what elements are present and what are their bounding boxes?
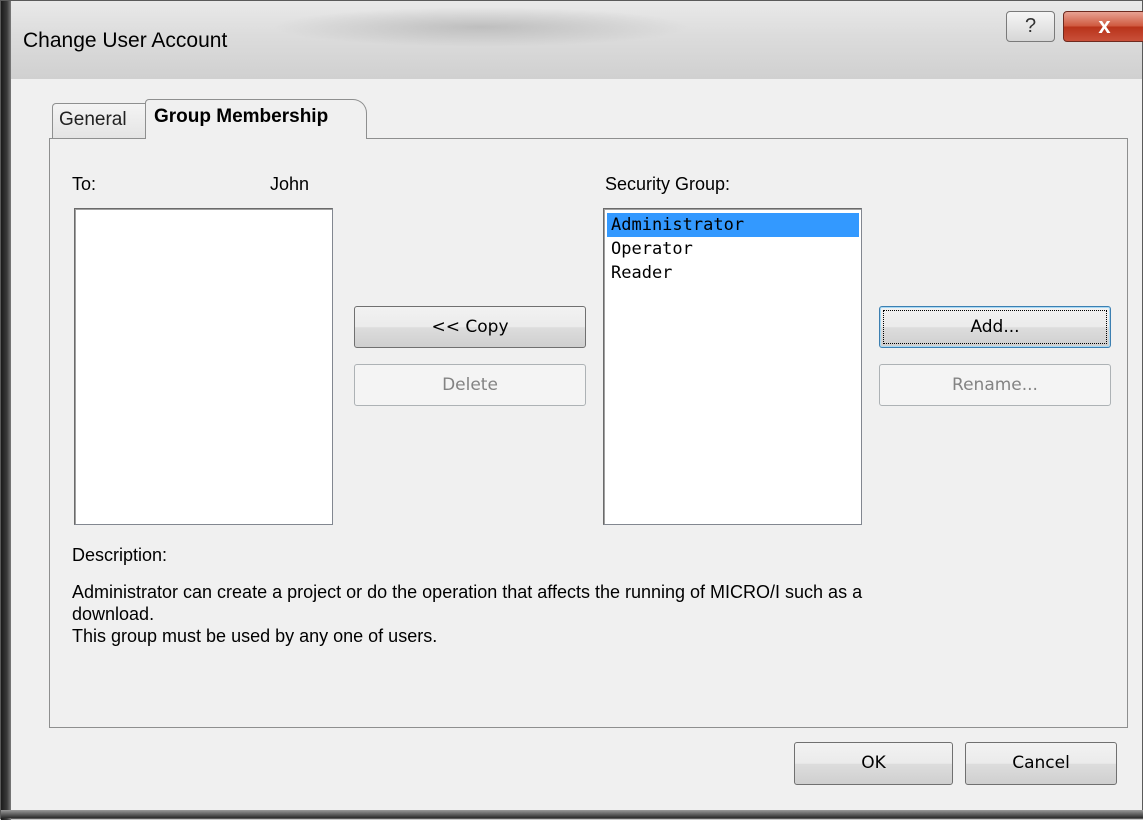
dialog-title: Change User Account	[23, 29, 228, 52]
security-group-item-reader[interactable]: Reader	[607, 261, 861, 285]
rename-button-label: Rename...	[952, 375, 1038, 395]
delete-button[interactable]: Delete	[354, 364, 586, 406]
help-button[interactable]: ?	[1006, 11, 1055, 42]
to-user-name: John	[270, 174, 310, 194]
delete-button-label: Delete	[442, 375, 498, 395]
description-line-2: download.	[72, 604, 155, 624]
tab-general-label: General	[59, 109, 127, 130]
copy-button[interactable]: << Copy	[354, 306, 586, 348]
window-frame-bottom	[1, 810, 1143, 818]
group-membership-panel: To: John << Copy Delete Security Group: …	[49, 138, 1128, 728]
description-line-3: This group must be used by any one of us…	[72, 626, 438, 646]
cancel-button-label: Cancel	[1012, 753, 1070, 773]
dialog-body: General Group Membership To: John << Cop…	[11, 79, 1142, 810]
tab-group-membership-label: Group Membership	[154, 106, 329, 127]
title-bar[interactable]: Change User Account ? x	[11, 1, 1143, 79]
cancel-button[interactable]: Cancel	[965, 742, 1117, 785]
change-user-account-dialog: Change User Account ? x General Group Me…	[0, 0, 1143, 820]
security-group-list[interactable]: Administrator Operator Reader	[603, 208, 862, 525]
to-group-list[interactable]	[74, 208, 333, 525]
window-frame-left	[1, 1, 11, 820]
security-group-label: Security Group:	[605, 174, 731, 194]
ok-button[interactable]: OK	[794, 742, 953, 785]
to-label: To:	[72, 174, 97, 194]
tab-general[interactable]: General	[52, 103, 149, 138]
help-icon: ?	[1024, 15, 1037, 37]
description-label: Description:	[72, 545, 168, 565]
add-button[interactable]: Add...	[879, 306, 1111, 348]
tab-group-membership[interactable]: Group Membership	[145, 99, 367, 139]
close-button[interactable]: x	[1063, 11, 1143, 42]
add-button-label: Add...	[970, 317, 1020, 337]
ok-button-label: OK	[861, 753, 886, 773]
description-text: Administrator can create a project or do…	[72, 581, 1112, 647]
description-line-1: Administrator can create a project or do…	[72, 582, 863, 602]
copy-button-label: << Copy	[431, 317, 509, 337]
rename-button[interactable]: Rename...	[879, 364, 1111, 406]
close-icon: x	[1098, 13, 1111, 38]
security-group-item-operator[interactable]: Operator	[607, 237, 861, 261]
security-group-item-administrator[interactable]: Administrator	[607, 213, 859, 237]
